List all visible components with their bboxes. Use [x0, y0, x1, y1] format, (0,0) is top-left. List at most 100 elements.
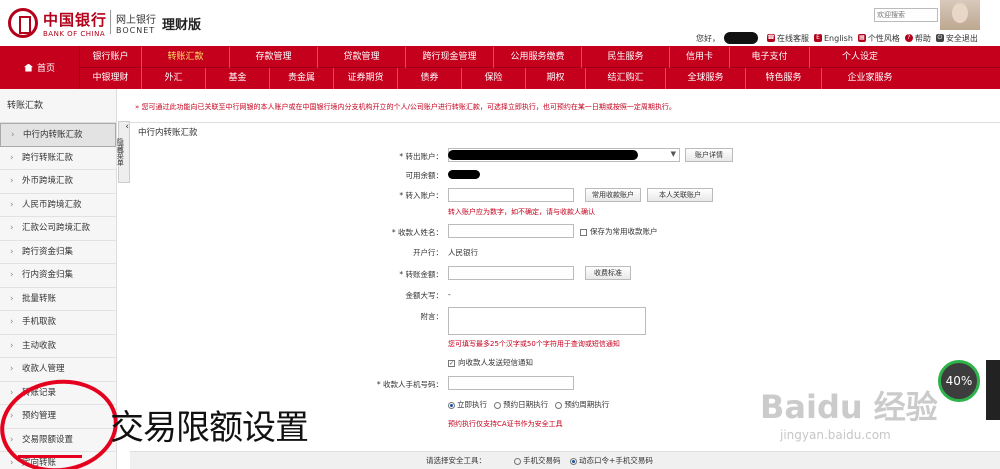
redacted-username: [724, 32, 758, 44]
bank-logo[interactable]: 中国银行 BANK OF CHINA: [8, 8, 107, 38]
own-linked-account-button[interactable]: 本人关联账户: [647, 188, 713, 202]
to-account-label: 转入账户：: [323, 190, 444, 201]
collapse-label: 隐藏菜单: [116, 138, 125, 166]
collapse-menu-toggle[interactable]: ‹ 隐藏菜单: [116, 121, 130, 183]
progress-widget[interactable]: 40%: [938, 360, 980, 402]
search-input[interactable]: [874, 8, 938, 22]
radio-immediate[interactable]: [448, 401, 455, 409]
nav-forex[interactable]: 外汇: [142, 68, 206, 89]
phone-label: 收款人手机号码：: [323, 379, 443, 390]
nav-global[interactable]: 全球服务: [666, 68, 746, 89]
nav-settings[interactable]: 个人设定: [810, 47, 910, 68]
en-icon: E: [814, 34, 822, 42]
sidebar-item-interbank[interactable]: 跨行转账汇款: [0, 147, 116, 170]
sidebar-item-mobile-withdraw[interactable]: 手机取款: [0, 311, 116, 335]
bank-of-china-logo-icon: [8, 8, 38, 38]
sidebar-item-interbank-pool[interactable]: 跨行资金归集: [0, 241, 116, 264]
nav-precious-metal[interactable]: 贵金属: [270, 68, 334, 89]
nav-wealth[interactable]: 中银理财: [80, 68, 142, 89]
home-label: 首页: [36, 64, 55, 74]
exec-hint: 预约执行仅支持CA证书作为安全工具: [448, 420, 563, 428]
sidebar-item-payee-mgmt[interactable]: 收款人管理: [0, 358, 116, 382]
personal-style-label: 个性风格: [867, 33, 900, 43]
nav-e-payment[interactable]: 电子支付: [730, 47, 810, 68]
nav-loan[interactable]: 贷款管理: [318, 47, 406, 68]
side-widget-strip: [986, 360, 1000, 420]
nav-options[interactable]: 期权: [526, 68, 586, 89]
sidebar-item-batch[interactable]: 批量转账: [0, 288, 116, 311]
remark-hint: 您可填写最多25个汉字或50个字符用于查询或短信通知: [448, 340, 620, 348]
nav-cash-mgmt[interactable]: 跨行现金管理: [406, 47, 494, 68]
nav-row-1: 银行账户 转账汇款 存款管理 贷款管理 跨行现金管理 公用服务缴费 民生服务 信…: [80, 47, 1000, 68]
english-link[interactable]: E English: [814, 34, 853, 43]
style-icon: ▦: [857, 34, 866, 42]
nav-entrepreneur[interactable]: 企业家服务: [822, 68, 918, 89]
sidebar-item-intrabank-pool[interactable]: 行内资金归集: [0, 264, 116, 288]
nav-fx-settlement[interactable]: 结汇购汇: [586, 68, 666, 89]
nav-transfer[interactable]: 转账汇款: [142, 47, 230, 68]
remark-label: 附言：: [420, 312, 444, 321]
exec-scheduled-date-label: 预约日期执行: [503, 400, 549, 409]
nav-fund[interactable]: 基金: [206, 68, 270, 89]
personal-style-link[interactable]: ▦ 个性风格: [857, 33, 900, 44]
amount-upper-value: -: [448, 290, 451, 299]
annotation-caption: 交易限额设置: [110, 408, 309, 448]
nav-livelihood[interactable]: 民生服务: [582, 47, 670, 68]
safe-exit-link[interactable]: ⏻ 安全退出: [935, 33, 978, 44]
to-account-input[interactable]: [448, 188, 574, 202]
security-options: 手机交易码 动态口令+手机交易码: [514, 455, 653, 466]
sidebar-item-active-collect[interactable]: 主动收款: [0, 335, 116, 358]
phone-input[interactable]: [448, 376, 574, 390]
from-account-label: 转出账户：: [323, 151, 444, 162]
nav-securities[interactable]: 证券期货: [334, 68, 398, 89]
sidebar-item-intrabank[interactable]: 中行内转账汇款: [0, 123, 116, 147]
security-token-label: 动态口令+手机交易码: [579, 456, 653, 465]
nav-bank-account[interactable]: 银行账户: [80, 47, 142, 68]
to-account-error: 转入账户应为数字，如不确定，请与收款人确认: [448, 208, 595, 216]
nav-insurance[interactable]: 保险: [462, 68, 526, 89]
help-link[interactable]: ? 帮助: [904, 33, 931, 44]
nav-deposit[interactable]: 存款管理: [230, 47, 318, 68]
remark-textarea[interactable]: [448, 307, 646, 335]
save-frequent-label: 保存为常用收款账户: [590, 227, 658, 236]
radio-security-token[interactable]: [570, 457, 578, 465]
amount-input[interactable]: [448, 266, 574, 280]
sms-notify-option[interactable]: ✓ 向收款人发送短信通知: [448, 357, 533, 368]
save-frequent-option[interactable]: 保存为常用收款账户: [580, 226, 658, 237]
home-button[interactable]: 首页: [0, 46, 80, 89]
exec-scheduled-date[interactable]: 预约日期执行: [494, 400, 548, 409]
nav-utility[interactable]: 公用服务缴费: [494, 47, 582, 68]
headset-icon: ☎: [767, 34, 775, 42]
main-nav: 首页 银行账户 转账汇款 存款管理 贷款管理 跨行现金管理 公用服务缴费 民生服…: [0, 46, 1000, 89]
security-token[interactable]: 动态口令+手机交易码: [570, 456, 653, 465]
online-service-link[interactable]: ☎ 在线客服: [767, 33, 809, 44]
security-sms-label: 手机交易码: [523, 456, 561, 465]
account-detail-button[interactable]: 账户详情: [685, 148, 733, 162]
radio-security-sms[interactable]: [514, 457, 521, 465]
user-avatar: [940, 0, 980, 30]
sidebar-item-foreign-crossborder[interactable]: 外币跨境汇款: [0, 170, 116, 194]
bocnet-brand: 网上银行 BOCNET: [116, 11, 156, 35]
sidebar-item-rmb-crossborder[interactable]: 人民币跨境汇款: [0, 194, 116, 217]
chevron-left-icon: ‹: [125, 122, 129, 132]
header: 中国银行 BANK OF CHINA 网上银行 BOCNET 理财版 您好， ☎…: [0, 0, 1000, 46]
nav-credit-card[interactable]: 信用卡: [670, 47, 730, 68]
radio-scheduled-date[interactable]: [494, 401, 502, 409]
sidebar-item-remit-company[interactable]: 汇款公司跨境汇款: [0, 217, 116, 241]
sms-notify-checkbox[interactable]: ✓: [448, 359, 455, 367]
nav-featured[interactable]: 特色服务: [746, 68, 822, 89]
safe-exit-label: 安全退出: [945, 33, 978, 43]
save-frequent-checkbox[interactable]: [580, 228, 587, 236]
nav-bond[interactable]: 债券: [398, 68, 462, 89]
frequent-payee-button[interactable]: 常用收款账户: [585, 188, 641, 202]
help-icon: ?: [904, 34, 913, 42]
form-title: 中行内转账汇款: [138, 128, 198, 138]
fee-standard-button[interactable]: 收费标准: [585, 266, 631, 280]
exec-immediate[interactable]: 立即执行: [448, 400, 487, 409]
exec-scheduled-cycle[interactable]: 预约周期执行: [555, 400, 609, 409]
edition-title: 理财版: [162, 18, 202, 33]
annotation-underline: [18, 455, 82, 458]
payee-name-input[interactable]: [448, 224, 574, 238]
security-sms[interactable]: 手机交易码: [514, 456, 561, 465]
radio-scheduled-cycle[interactable]: [555, 401, 563, 409]
